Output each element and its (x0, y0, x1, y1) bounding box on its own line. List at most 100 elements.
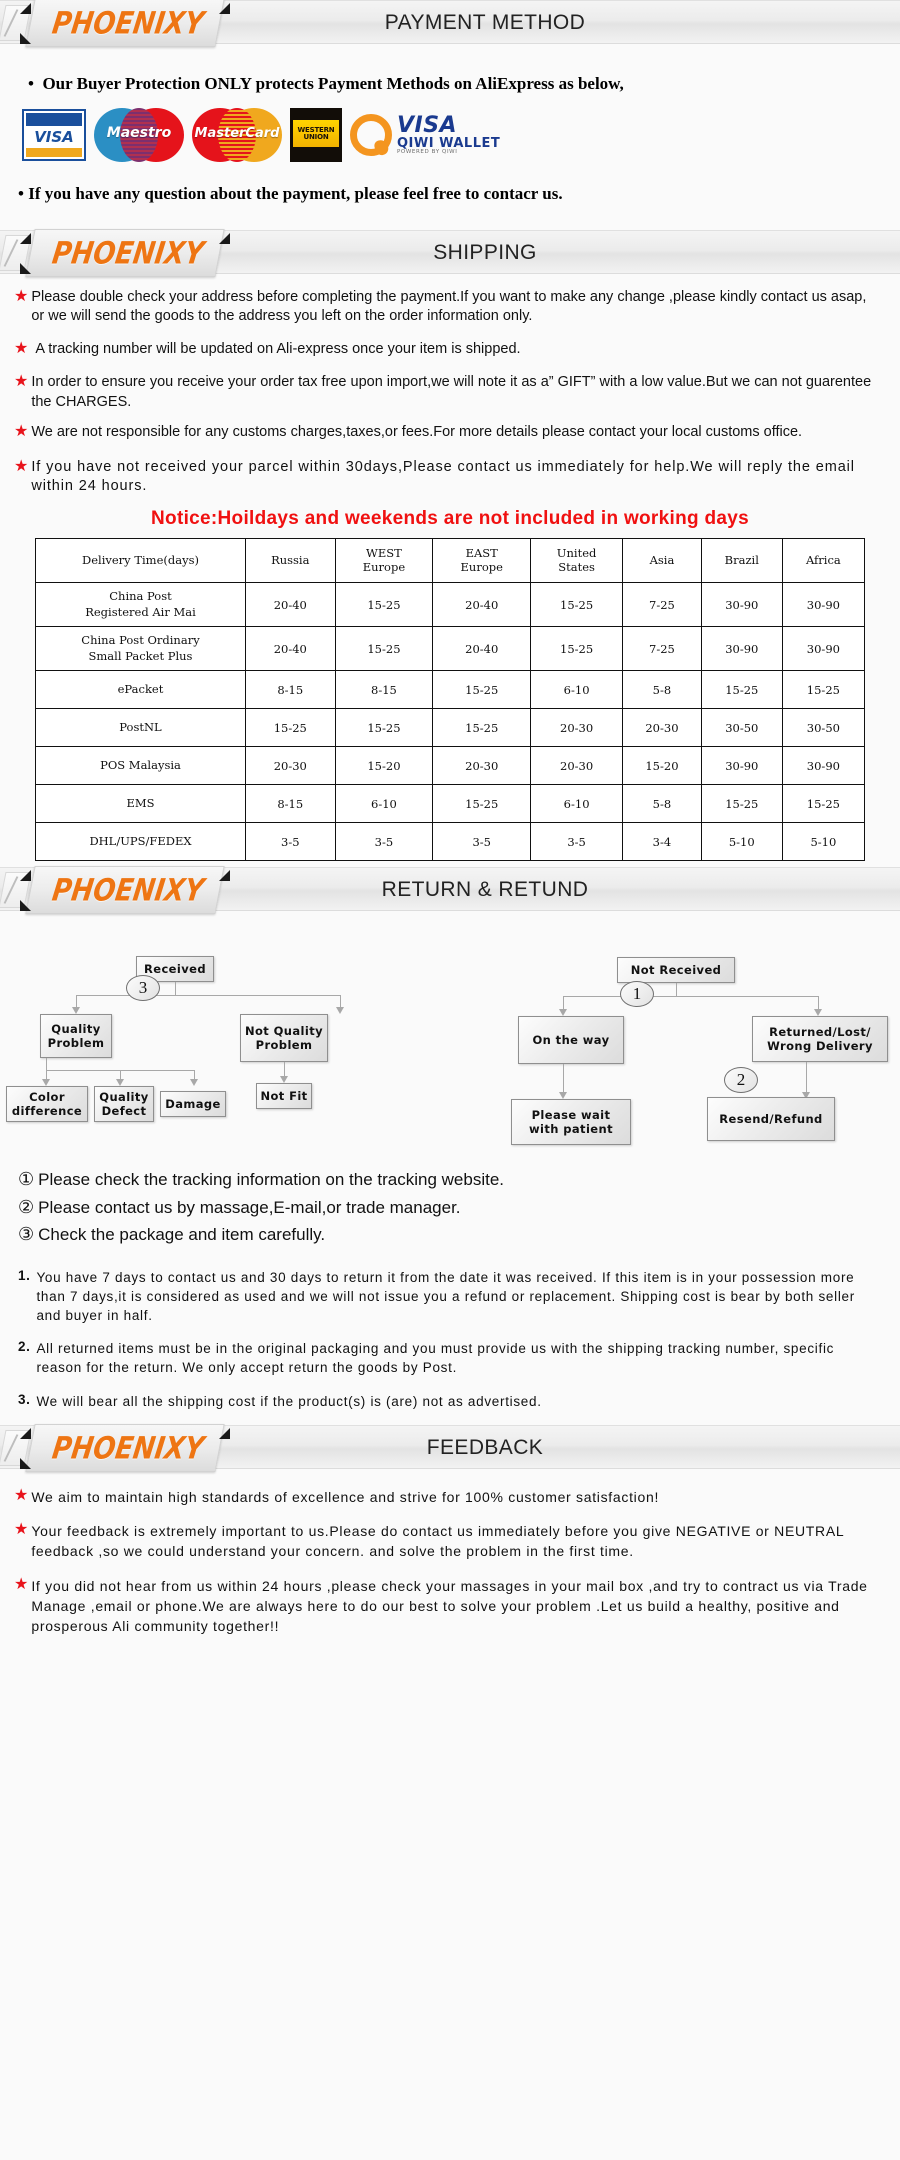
flow-node-please-wait: Please wait with patient (511, 1099, 631, 1146)
section-banner-payment: PHOENIXY PAYMENT METHOD (0, 0, 900, 47)
flow-arrow (72, 1007, 80, 1015)
star-icon: ★ (14, 373, 29, 391)
cell-days: 15-25 (245, 708, 336, 748)
cell-days: 30-90 (700, 581, 783, 628)
cell-days: 20-30 (245, 746, 336, 786)
col-header-asia: Asia (622, 538, 702, 583)
flow-node-not-received: Not Received (617, 957, 735, 984)
cell-method: PostNL (35, 708, 246, 748)
section-banner-return: PHOENIXY RETURN & RETUND (0, 866, 900, 915)
flow-node-returned-lost-wrong: Returned/Lost/ Wrong Delivery (752, 1016, 888, 1063)
cell-method: POS Malaysia (35, 746, 246, 786)
qiwi-wordmark-group: VISA QIWI WALLET POWERED BY QIWI (397, 114, 500, 157)
cell-days: 6-10 (530, 670, 624, 710)
payment-logo-row: VISA Maestro MasterCard WESTERN UNION VI… (0, 94, 900, 162)
cell-days: 5-10 (781, 822, 866, 862)
cell-days: 30-50 (781, 708, 866, 748)
policy-number: 3. (18, 1391, 31, 1407)
mastercard-wordmark: MasterCard (194, 126, 280, 141)
flow-marker-1: 1 (620, 981, 654, 1008)
feedback-text: Your feedback is extremely important to … (31, 1523, 844, 1560)
policy-text: You have 7 days to contact us and 30 day… (36, 1269, 855, 1324)
table-row: POS Malaysia 20-30 15-20 20-30 20-30 15-20 30-… (35, 746, 866, 786)
cell-days: 3-4 (622, 822, 702, 862)
flow-node-not-fit: Not Fit (256, 1083, 312, 1110)
cell-days: 7-25 (622, 581, 702, 628)
shipping-bullet-text: A tracking number will be updated on Ali… (35, 341, 521, 358)
flow-line (76, 995, 77, 1008)
star-icon: ★ (14, 340, 29, 358)
flow-line (46, 1070, 47, 1080)
flow-node-on-the-way: On the way (518, 1016, 624, 1065)
flow-marker-3: 3 (126, 975, 160, 1002)
flow-line (676, 983, 677, 997)
cell-days: 15-25 (432, 670, 532, 710)
cell-days: 30-50 (700, 708, 783, 748)
flow-line (120, 1070, 121, 1080)
cell-days: 30-90 (781, 626, 866, 672)
cell-days: 15-25 (530, 581, 624, 628)
payment-outro-row: • If you have any question about the pay… (0, 162, 900, 204)
policy-number: 1. (18, 1267, 31, 1283)
section-banner-shipping: PHOENIXY SHIPPING (0, 229, 900, 277)
cell-days: 3-5 (432, 822, 532, 862)
table-row: DHL/UPS/FEDEX 3-5 3-5 3-5 3-5 3-4 5-10 5-10 (35, 822, 866, 862)
return-numbered-notes: ① Please check the tracking information o… (0, 1159, 900, 1246)
return-note: ③ Check the package and item carefully. (18, 1224, 900, 1246)
cell-days: 6-10 (334, 784, 434, 824)
shipping-bullet: ★ In order to ensure you receive your or… (14, 373, 876, 411)
flow-node-quality-problem: Quality Problem (40, 1014, 112, 1059)
qiwi-wallet-logo: VISA QIWI WALLET POWERED BY QIWI (350, 114, 500, 157)
policy-number: 2. (18, 1339, 31, 1355)
star-icon: ★ (14, 1486, 29, 1504)
cell-method: ePacket (35, 670, 246, 710)
cell-method: DHL/UPS/FEDEX (35, 822, 246, 862)
table-row: PostNL 15-25 15-25 15-25 20-30 20-30 30-50 30-5… (35, 708, 866, 748)
shipping-bullet-text: We are not responsible for any customs c… (31, 423, 803, 440)
shipping-bullet: ★ Please double check your address befor… (14, 288, 876, 326)
table-row: EMS 8-15 6-10 15-25 6-10 5-8 15-25 15-25 (35, 784, 866, 824)
cell-days: 3-5 (245, 822, 336, 862)
cell-days: 15-20 (334, 746, 434, 786)
section-title-return: RETURN & RETUND (381, 878, 589, 902)
section-title-shipping: SHIPPING (433, 241, 537, 264)
flow-line (563, 996, 818, 998)
cell-days: 8-15 (245, 784, 336, 824)
cell-days: 15-25 (432, 708, 532, 748)
col-header-method: Delivery Time(days) (35, 538, 246, 583)
payment-intro-text: Our Buyer Protection ONLY protects Payme… (42, 74, 624, 93)
note-number: ③ (18, 1224, 35, 1246)
return-policy-item: 2. All returned items must be in the orig… (18, 1339, 878, 1377)
policy-text: We will bear all the shipping cost if th… (36, 1393, 542, 1409)
cell-days: 20-40 (245, 626, 336, 672)
cell-days: 20-40 (245, 581, 336, 628)
shipping-bullet: ★ We are not responsible for any customs… (14, 423, 876, 442)
cell-days: 6-10 (530, 784, 624, 824)
cell-days: 20-30 (530, 746, 624, 786)
cell-days: 8-15 (245, 670, 336, 710)
western-union-plate: WESTERN UNION (293, 120, 339, 147)
cell-days: 30-90 (781, 581, 866, 628)
flow-node-color-difference: Color difference (6, 1086, 88, 1123)
flow-arrow (42, 1079, 50, 1087)
cell-days: 15-25 (334, 708, 434, 748)
table-header-row: Delivery Time(days) Russia WEST Europe E… (35, 538, 866, 583)
col-header-africa: Africa (781, 538, 866, 583)
visa-top-band (26, 113, 82, 126)
cell-days: 15-25 (530, 626, 624, 672)
cell-days: 30-90 (700, 746, 783, 786)
qiwi-wallet-text: QIWI WALLET (397, 135, 501, 151)
visa-logo: VISA (22, 109, 86, 161)
feedback-item: ★ If you did not hear from us within 24 h… (14, 1576, 878, 1637)
note-text: Check the package and item carefully. (38, 1225, 326, 1245)
cell-method: EMS (35, 784, 246, 824)
cell-days: 20-40 (432, 581, 532, 628)
flow-arrow (116, 1079, 124, 1087)
section-title-feedback: FEEDBACK (426, 1435, 544, 1459)
cell-days: 15-20 (622, 746, 702, 786)
flow-marker-2: 2 (724, 1067, 758, 1094)
bullet-icon-2: • (18, 184, 24, 203)
cell-days: 3-5 (530, 822, 624, 862)
visa-wordmark: VISA (34, 128, 74, 146)
cell-days: 20-30 (432, 746, 532, 786)
